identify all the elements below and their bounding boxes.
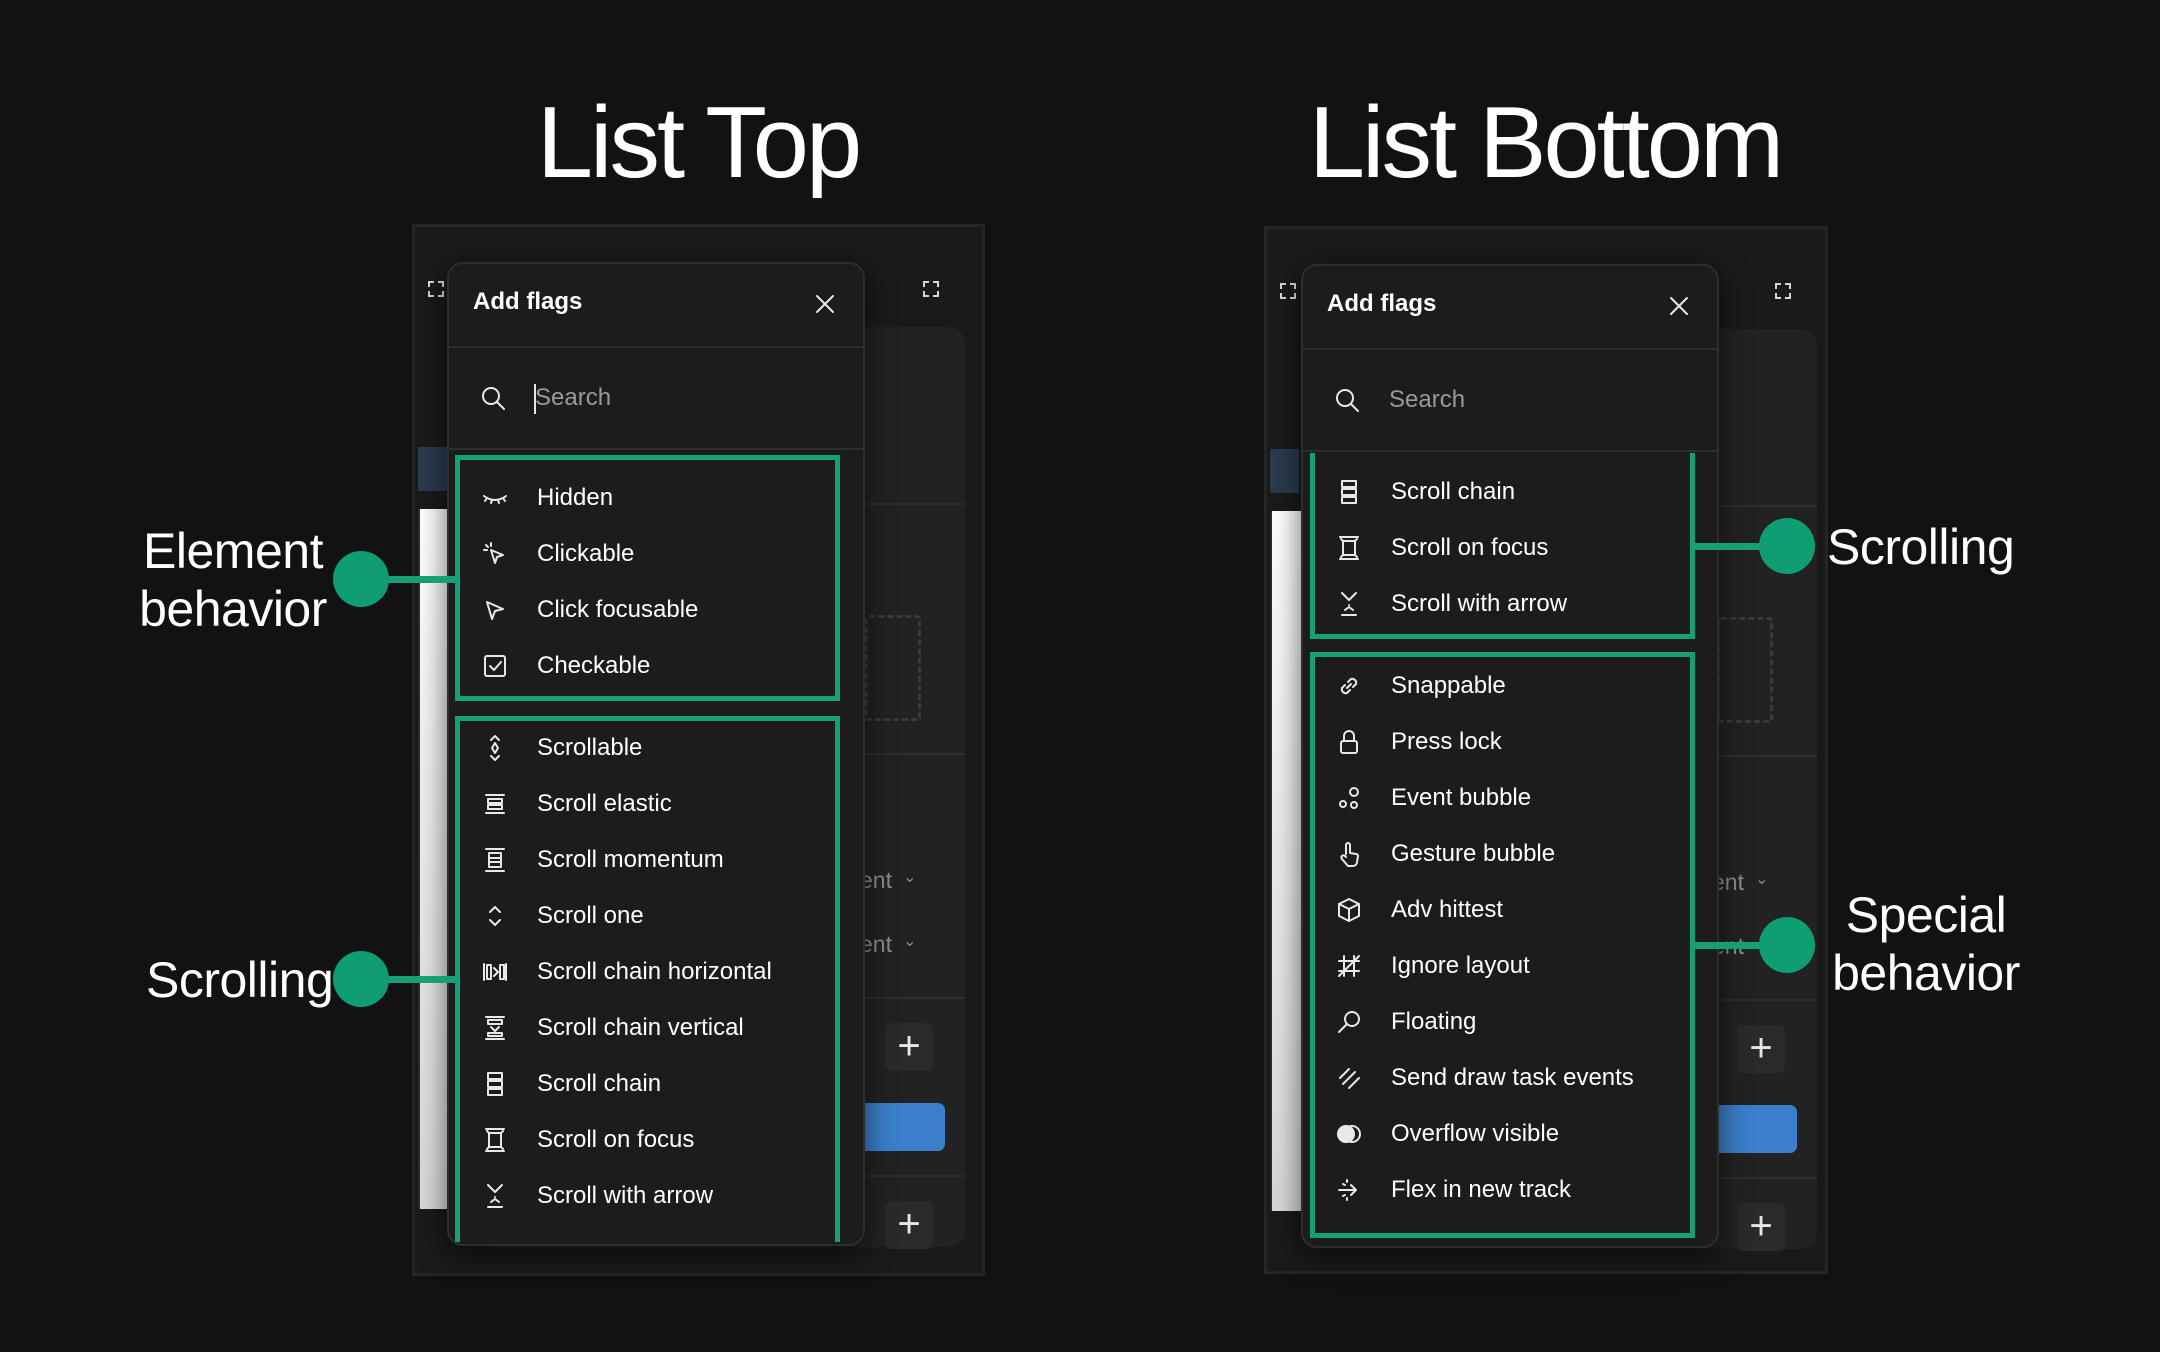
title-list-bottom: List Bottom: [1308, 87, 1784, 199]
divider: [855, 503, 965, 505]
divider: [1707, 755, 1817, 757]
text-caret: [534, 384, 536, 414]
divider: [855, 997, 965, 999]
annotation-scrolling: Scrolling: [1827, 519, 2015, 575]
title-list-top: List Top: [536, 87, 862, 199]
connector-dot: [333, 551, 389, 607]
dashed-placeholder: [865, 615, 921, 721]
connector-dot: [1759, 518, 1815, 574]
primary-button[interactable]: [1707, 1105, 1797, 1153]
expand-icon[interactable]: [923, 281, 939, 297]
group-element-behavior: [455, 455, 840, 701]
group-scrolling: [455, 716, 840, 1242]
side-strip-accent: [1270, 449, 1299, 493]
chevron-down-icon[interactable]: ⌄: [1755, 869, 1768, 889]
connector-dot: [333, 951, 389, 1007]
divider: [855, 753, 965, 755]
add-button[interactable]: +: [1737, 1203, 1785, 1251]
add-button[interactable]: +: [885, 1023, 933, 1071]
chevron-down-icon[interactable]: ⌄: [903, 931, 916, 951]
modal-header: Add flags: [449, 264, 863, 348]
search-icon: [479, 384, 511, 416]
side-strip-accent: [418, 447, 447, 491]
close-icon[interactable]: [811, 290, 841, 320]
divider: [1707, 999, 1817, 1001]
annotation-special-behavior: Special behavior: [1832, 887, 2020, 1001]
expand-icon[interactable]: [428, 281, 444, 297]
modal-title: Add flags: [473, 288, 583, 315]
dashed-placeholder: [1717, 617, 1773, 723]
divider: [855, 1175, 965, 1177]
search-input[interactable]: [1389, 380, 1669, 420]
group-scrolling: [1310, 453, 1695, 639]
add-button[interactable]: +: [1737, 1025, 1785, 1073]
modal-header: Add flags: [1303, 266, 1717, 350]
divider: [1707, 505, 1817, 507]
search-row: [1303, 350, 1717, 452]
side-scroll-strip: [1270, 511, 1305, 1211]
search-input[interactable]: [535, 378, 815, 418]
expand-icon[interactable]: [1775, 283, 1791, 299]
primary-button[interactable]: [855, 1103, 945, 1151]
divider: [1707, 1177, 1817, 1179]
close-icon[interactable]: [1665, 292, 1695, 322]
modal-title: Add flags: [1327, 290, 1437, 317]
annotation-scrolling: Scrolling: [146, 952, 334, 1008]
connector-dot: [1759, 917, 1815, 973]
annotation-element-behavior: Element behavior: [139, 523, 327, 637]
search-row: [449, 348, 863, 450]
group-special-behavior: [1310, 652, 1695, 1238]
search-icon: [1333, 386, 1365, 418]
add-button[interactable]: +: [885, 1201, 933, 1249]
chevron-down-icon[interactable]: ⌄: [903, 867, 916, 887]
expand-icon[interactable]: [1280, 283, 1296, 299]
